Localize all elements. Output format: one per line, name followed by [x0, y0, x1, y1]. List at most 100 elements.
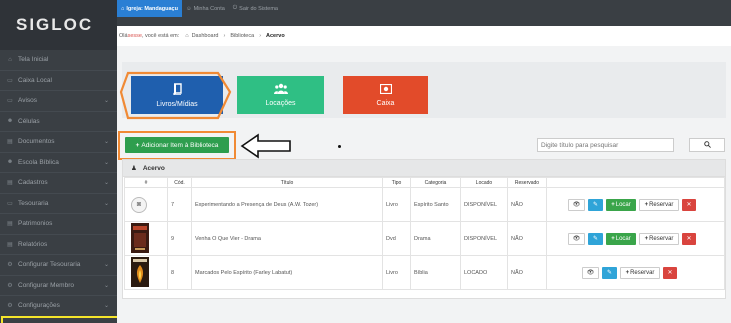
- acervo-table: # Cód. Título Tipo Categoria Locado Rese…: [124, 177, 725, 290]
- plus-icon: +: [135, 141, 140, 149]
- plus-icon: +: [611, 201, 615, 208]
- sidebar-item-label: Tela Inicial: [18, 56, 49, 64]
- search-input[interactable]: [537, 138, 674, 152]
- sidebar-item-patrimonios[interactable]: ▤ Patrimonios: [0, 214, 117, 235]
- tile-locacoes[interactable]: Locações: [237, 76, 324, 114]
- plus-icon: +: [611, 235, 615, 242]
- asset-icon: ▤: [7, 221, 13, 228]
- cell-status: LOCADO: [460, 255, 508, 290]
- cell-category: Espírito Santo: [410, 187, 461, 222]
- reserve-button[interactable]: + Reservar: [639, 232, 679, 245]
- highlight-hexagon-annotation: [119, 71, 232, 120]
- close-icon: ✕: [686, 202, 692, 208]
- sidebar-item-label: Cadastros: [18, 179, 48, 187]
- sidebar: SIGLOC ⌂ Tela Inicial ▭ Caixa Local ▭ Avisos ⌄…: [0, 0, 117, 323]
- cell-code: 7: [167, 187, 192, 222]
- col-header-type[interactable]: Tipo: [382, 177, 411, 188]
- sidebar-item-label: Configurar Membro: [18, 281, 74, 289]
- sidebar-item-label: Escola Bíblica: [18, 158, 59, 166]
- gear-icon: ⚙: [7, 303, 13, 310]
- my-account-link[interactable]: ☺ Minha Conta: [182, 0, 229, 17]
- rent-button[interactable]: + Locar: [606, 198, 636, 211]
- greeting-suffix: , você está em:: [141, 33, 180, 39]
- edit-button[interactable]: ✎: [588, 198, 603, 211]
- close-icon: ✕: [686, 236, 692, 242]
- eye-icon: 👁: [586, 270, 595, 276]
- sidebar-item-avisos[interactable]: ▭ Avisos ⌄: [0, 91, 117, 112]
- chevron-down-icon: ⌄: [103, 180, 109, 187]
- school-icon: ☻: [6, 159, 14, 166]
- reserve-button[interactable]: + Reservar: [620, 266, 660, 279]
- sidebar-item-configurar-membro[interactable]: ⚙ Configurar Membro ⌄: [0, 276, 117, 296]
- church-selector[interactable]: ⌂ Igreja: Mandaguaçu: [117, 0, 182, 17]
- church-label: Igreja: Mandaguaçu: [126, 5, 178, 12]
- row-actions: 👁 ✎ + Locar + Reservar ✕: [550, 232, 724, 245]
- search-icon: [703, 140, 711, 150]
- camera-icon: ◙: [131, 196, 147, 213]
- sidebar-item-tesouraria[interactable]: ▭ Tesouraria ⌄: [0, 194, 117, 214]
- delete-button[interactable]: ✕: [682, 198, 696, 211]
- close-icon: ✕: [667, 270, 673, 276]
- logout-link[interactable]: ⏻ Sair do Sistema: [229, 0, 282, 17]
- delete-button[interactable]: ✕: [663, 266, 677, 279]
- col-header-reserved[interactable]: Reservado: [507, 177, 547, 188]
- view-button[interactable]: 👁: [568, 232, 585, 245]
- tile-label: Caixa: [376, 99, 395, 107]
- table-row: 9 Venha O Que Vier - Drama Dvd Drama DISPONÍ…: [124, 221, 725, 256]
- breadcrumb-acervo: Acervo: [266, 33, 285, 39]
- sidebar-item-caixa-local[interactable]: ▭ Caixa Local: [0, 71, 117, 91]
- edit-button[interactable]: ✎: [588, 232, 603, 245]
- chevron-down-icon: ⌄: [103, 200, 109, 207]
- table-header-row: # Cód. Título Tipo Categoria Locado Rese…: [124, 177, 725, 188]
- view-button[interactable]: 👁: [582, 266, 599, 279]
- col-header-category[interactable]: Categoria: [410, 177, 461, 188]
- tile-caixa[interactable]: Caixa: [343, 76, 428, 114]
- cell-code: 8: [167, 255, 192, 290]
- sidebar-item-configura-es[interactable]: ⚙ Configurações ⌄: [0, 296, 117, 317]
- col-header-code[interactable]: Cód.: [167, 177, 192, 188]
- home-icon: ⌂: [185, 33, 189, 39]
- delete-button[interactable]: ✕: [682, 232, 696, 245]
- cell-cover: [124, 255, 168, 290]
- sidebar-item-cadastros[interactable]: ▤ Cadastros ⌄: [0, 173, 117, 194]
- home-icon: ⌂: [8, 56, 12, 63]
- book-cover-image: [131, 222, 149, 253]
- breadcrumb-dashboard[interactable]: Dashboard: [192, 33, 219, 39]
- cell-actions: 👁 ✎ + Locar + Reservar ✕: [546, 221, 725, 256]
- sidebar-item-escola-b-blica[interactable]: ☻ Escola Bíblica ⌄: [0, 153, 117, 173]
- plus-icon: +: [644, 201, 649, 208]
- sidebar-item-relat-rios[interactable]: ▤ Relatórios: [0, 235, 117, 255]
- sidebar-item-tela-inicial[interactable]: ⌂ Tela Inicial: [0, 50, 117, 71]
- cell-code: 9: [167, 221, 192, 256]
- sidebar-item-label: Avisos: [18, 97, 38, 105]
- tile-label: Locações: [265, 100, 296, 107]
- top-bar: ⌂ Igreja: Mandaguaçu ☺ Minha Conta ⏻ Sai…: [117, 0, 731, 26]
- breadcrumb-biblioteca[interactable]: Biblioteca: [230, 33, 254, 39]
- sidebar-item-documentos[interactable]: ▤ Documentos ⌄: [0, 132, 117, 153]
- rent-label: Locar: [615, 235, 631, 242]
- reserve-button[interactable]: + Reservar: [639, 198, 679, 211]
- pencil-icon: ✎: [592, 202, 599, 208]
- cell-reserved: NÃO: [507, 221, 547, 256]
- sidebar-item-label: Configurações: [18, 302, 60, 310]
- col-header-title[interactable]: Título: [191, 177, 383, 188]
- rent-button[interactable]: + Locar: [606, 232, 636, 245]
- col-header-cover[interactable]: #: [124, 177, 168, 188]
- user-name[interactable]: sesse: [128, 33, 142, 39]
- cell-reserved: NÃO: [507, 255, 547, 290]
- gear-icon: ⚙: [7, 282, 13, 289]
- view-button[interactable]: 👁: [568, 198, 585, 211]
- bell-icon: ▭: [7, 98, 13, 105]
- report-icon: ▤: [7, 241, 13, 248]
- sidebar-item-c-lulas[interactable]: ☻ Células: [0, 112, 117, 132]
- edit-button[interactable]: ✎: [602, 266, 617, 279]
- app-logo[interactable]: SIGLOC: [0, 0, 117, 50]
- search-button[interactable]: [689, 138, 725, 152]
- cell-title: Experimentando a Presença de Deus (A.W. …: [191, 187, 383, 222]
- sidebar-item-configurar-tesouraria[interactable]: ⚙ Configurar Tesouraria ⌄: [0, 255, 117, 276]
- eye-icon: 👁: [572, 236, 581, 242]
- users-icon: ☻: [6, 118, 14, 125]
- add-library-item-button[interactable]: + Adicionar Item à Biblioteca: [125, 137, 229, 153]
- sidebar-item-label: Documentos: [18, 138, 55, 146]
- col-header-rented[interactable]: Locado: [460, 177, 508, 188]
